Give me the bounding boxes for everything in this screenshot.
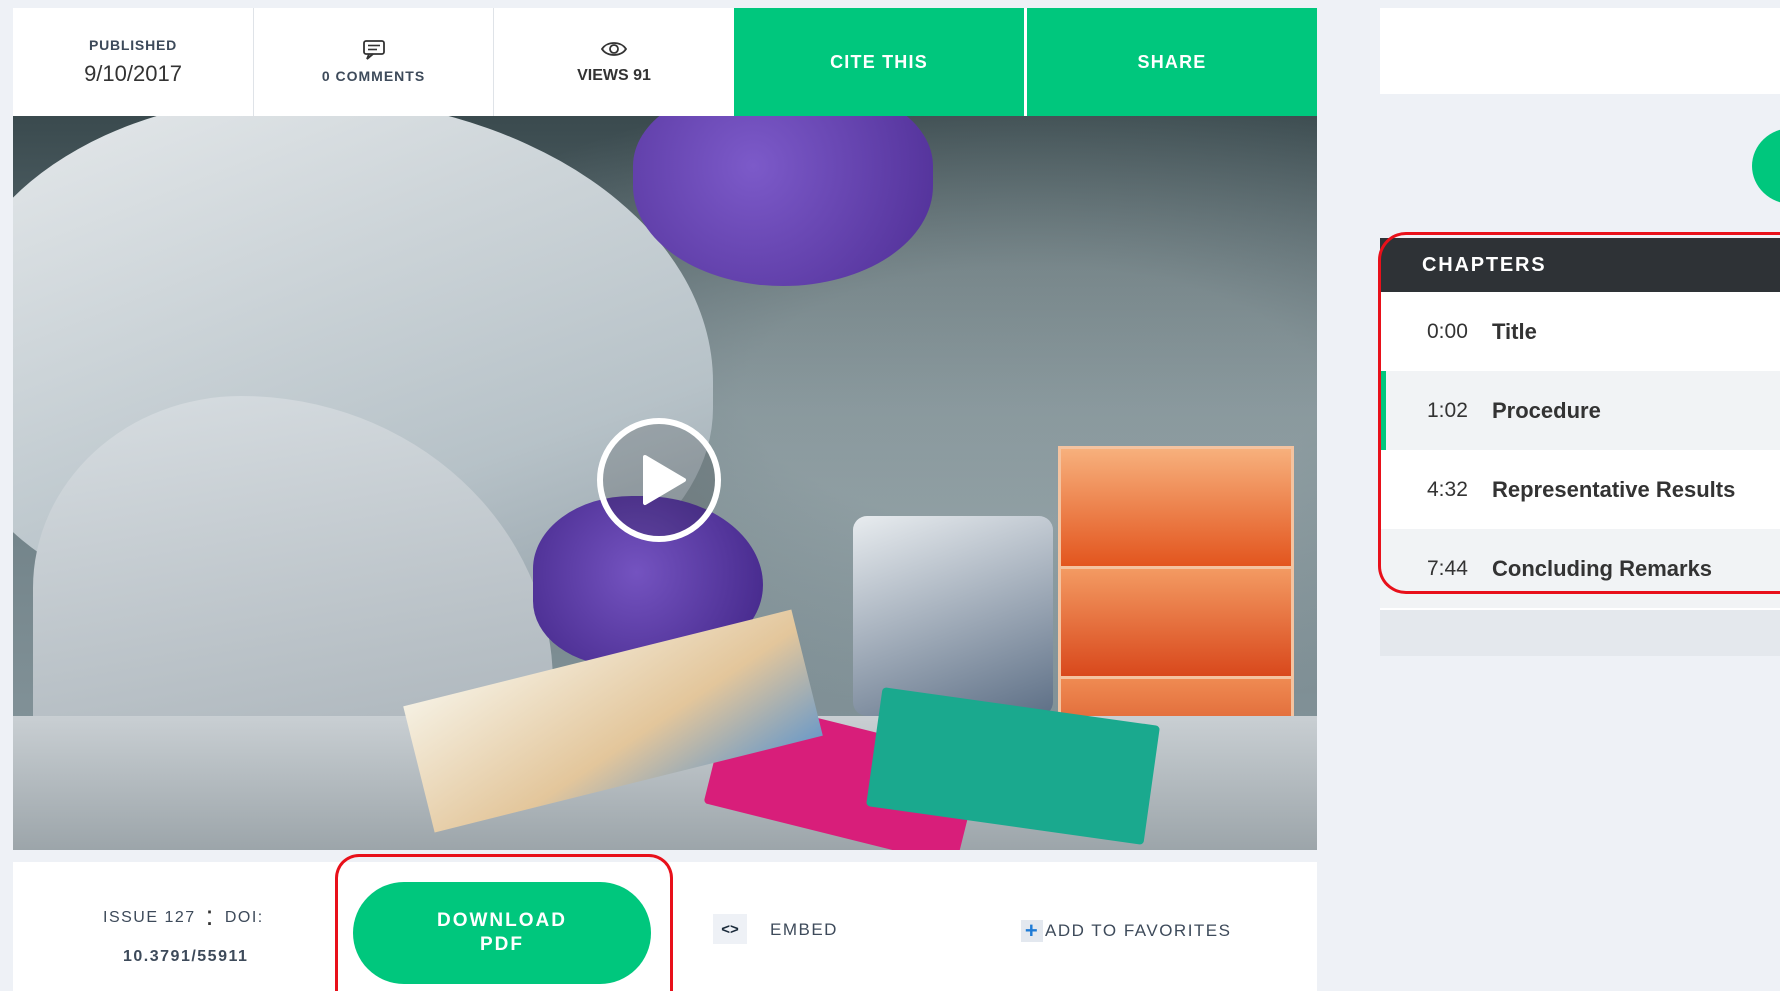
chapter-time: 1:02 bbox=[1427, 398, 1468, 422]
chapter-title: Representative Results bbox=[1492, 476, 1736, 502]
comments-stat[interactable]: 0 COMMENTS bbox=[254, 8, 494, 116]
favorites-label: ADD TO FAVORITES bbox=[1045, 921, 1232, 940]
chapter-time: 4:32 bbox=[1427, 477, 1468, 501]
eye-icon bbox=[601, 42, 627, 56]
chapter-title: Procedure bbox=[1492, 397, 1601, 423]
chapter-item[interactable]: 7:44 Concluding Remarks bbox=[1380, 529, 1780, 608]
article-stats-bar: PUBLISHED 9/10/2017 0 COMMENTS VIEWS 91 … bbox=[13, 8, 1317, 116]
views-count: VIEWS 91 bbox=[577, 67, 651, 84]
chapters-header: CHAPTERS bbox=[1380, 238, 1780, 292]
comments-count: 0 COMMENTS bbox=[321, 68, 426, 84]
play-icon bbox=[643, 455, 686, 505]
issue-separator: : bbox=[205, 900, 215, 931]
chapter-title: Concluding Remarks bbox=[1492, 555, 1713, 581]
download-label-line2: PDF bbox=[480, 934, 524, 955]
chapters-footer bbox=[1380, 610, 1780, 656]
plus-icon: + bbox=[1021, 918, 1043, 943]
share-button[interactable]: SHARE bbox=[1027, 8, 1317, 116]
issue-label: ISSUE 127 bbox=[103, 909, 196, 926]
code-icon[interactable]: <> bbox=[713, 914, 747, 944]
chapters-panel: CHAPTERS 0:00 Title 1:02 Procedure 4:32 … bbox=[1380, 238, 1780, 656]
right-panel-top bbox=[1380, 8, 1780, 94]
chapter-time: 7:44 bbox=[1427, 556, 1468, 580]
add-to-favorites-button[interactable]: + ADD TO FAVORITES bbox=[1021, 918, 1232, 943]
views-stat: VIEWS 91 bbox=[494, 8, 734, 116]
chapter-title: Title bbox=[1492, 318, 1537, 344]
published-date: 9/10/2017 bbox=[84, 61, 182, 86]
embed-button[interactable]: EMBED bbox=[770, 920, 838, 940]
video-player[interactable] bbox=[13, 116, 1317, 850]
download-label-line1: DOWNLOAD bbox=[437, 910, 567, 931]
comment-icon bbox=[362, 40, 385, 60]
chapter-item[interactable]: 4:32 Representative Results bbox=[1380, 450, 1780, 529]
chapter-time: 0:00 bbox=[1427, 319, 1468, 343]
article-actions-bar: ISSUE 127 : DOI: 10.3791/55911 DOWNLOAD … bbox=[13, 862, 1317, 991]
download-pdf-button[interactable]: DOWNLOAD PDF bbox=[353, 882, 651, 984]
doi-value[interactable]: 10.3791/55911 bbox=[123, 948, 248, 966]
cite-this-button[interactable]: CITE THIS bbox=[734, 8, 1027, 116]
chapter-item[interactable]: 0:00 Title bbox=[1380, 292, 1780, 371]
right-panel-circle-button[interactable] bbox=[1752, 128, 1780, 204]
chapter-item[interactable]: 1:02 Procedure bbox=[1380, 371, 1780, 450]
issue-info: ISSUE 127 : DOI: bbox=[103, 900, 264, 932]
doi-label: DOI: bbox=[224, 909, 264, 926]
published-label: PUBLISHED bbox=[88, 37, 178, 53]
published-stat: PUBLISHED 9/10/2017 bbox=[13, 8, 254, 116]
play-button[interactable] bbox=[597, 418, 721, 542]
